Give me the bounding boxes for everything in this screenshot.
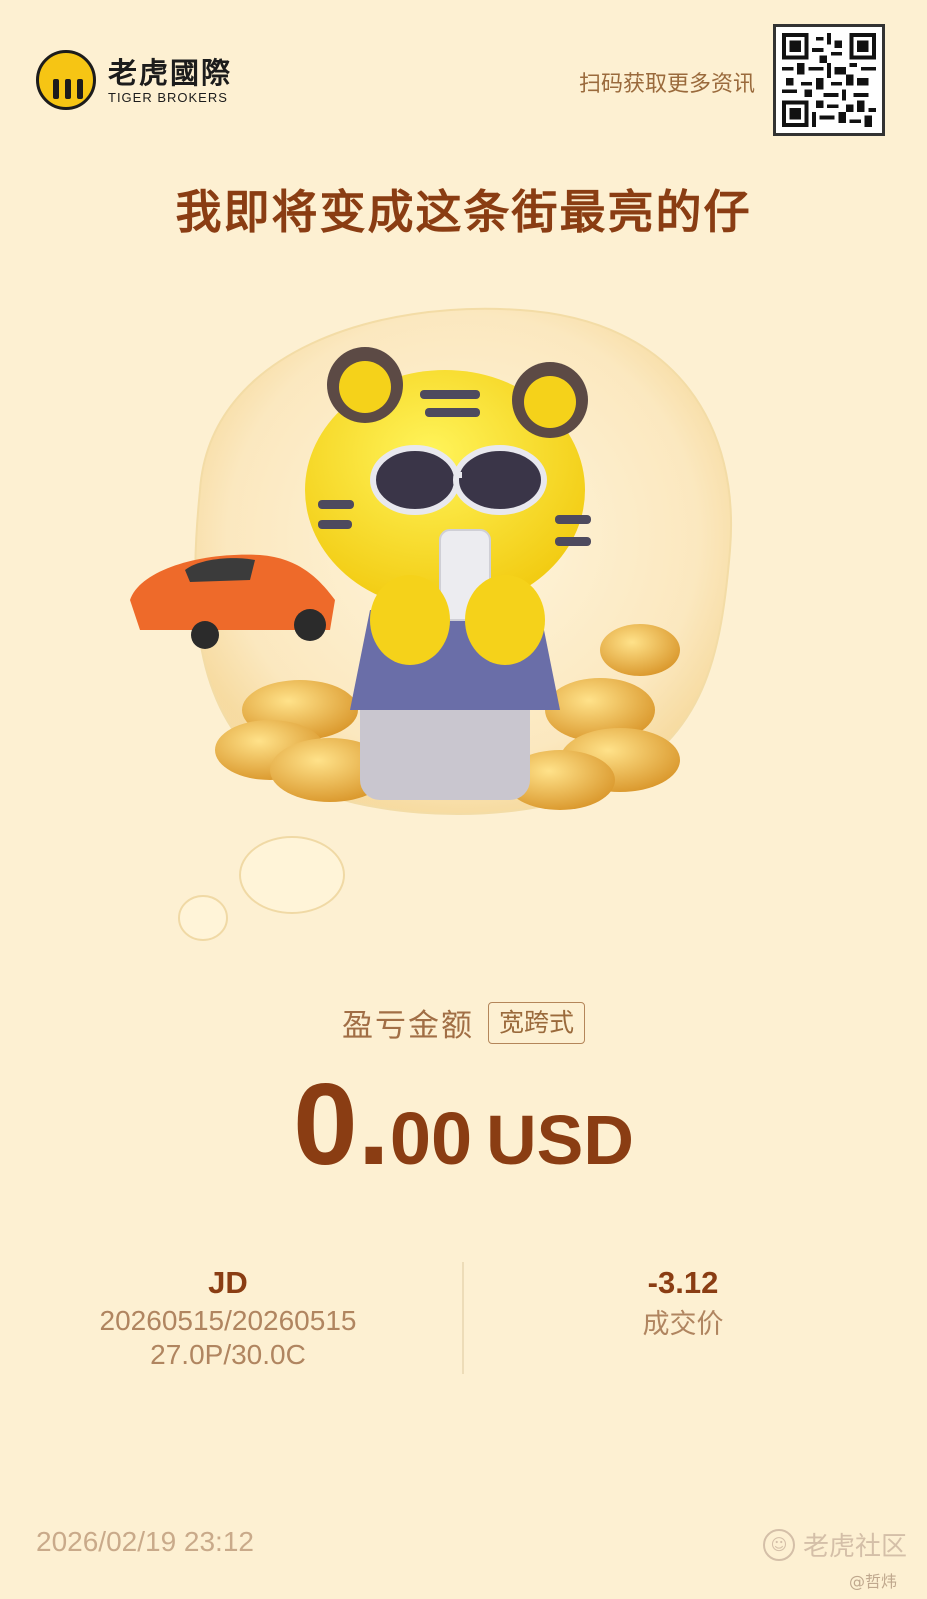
- column-divider: [462, 1262, 464, 1374]
- author-handle: @哲炜: [848, 1572, 897, 1591]
- pnl-amount-dot: .: [357, 1059, 390, 1189]
- thought-bubble-tiny: [178, 895, 228, 941]
- thought-bubble-small: [239, 836, 345, 914]
- pnl-label: 盈亏金额: [341, 1008, 474, 1044]
- expiry-dates: 20260515/20260515: [99, 1305, 357, 1336]
- share-card-header: 老虎國際 TIGER BROKERS 扫码获取更多资讯: [0, 0, 927, 150]
- pnl-amount: 0.00 USD: [0, 1057, 927, 1191]
- qr-prompt: 扫码获取更多资讯: [578, 72, 755, 97]
- symbol: JD: [208, 1265, 248, 1300]
- community-watermark-icon: ☺: [762, 1528, 795, 1561]
- trade-price: -3.12: [647, 1265, 719, 1300]
- trade-price-info: -3.12 成交价: [473, 1262, 893, 1342]
- brand-name-en: TIGER BROKERS: [108, 89, 228, 105]
- tiger-logo-icon: [36, 50, 96, 110]
- community-watermark: ☺ 老虎社区: [762, 1526, 907, 1563]
- brand-name-cn: 老虎國際: [108, 55, 233, 90]
- trade-price-label: 成交价: [642, 1309, 724, 1340]
- brand-logo: 老虎國際 TIGER BROKERS: [36, 50, 232, 110]
- strategy-tag: 宽跨式: [487, 1001, 585, 1044]
- qr-code-icon[interactable]: [773, 24, 885, 136]
- pnl-amount-integer: 0: [293, 1059, 358, 1189]
- headline: 我即将变成这条街最亮的仔: [175, 185, 752, 239]
- pnl-currency: USD: [486, 1101, 634, 1179]
- strike-prices: 27.0P/30.0C: [150, 1339, 306, 1370]
- position-info: JD 20260515/20260515 27.0P/30.0C: [18, 1262, 438, 1372]
- hero-illustration: [0, 290, 927, 970]
- trade-details: JD 20260515/20260515 27.0P/30.0C -3.12 成…: [0, 1262, 927, 1382]
- pnl-amount-decimal: 00: [389, 1097, 473, 1180]
- share-datetime: 2026/02/19 23:12: [36, 1526, 254, 1557]
- pnl-section: 盈亏金额 宽跨式 0.00 USD: [0, 1000, 927, 1191]
- watermark-text: 老虎社区: [802, 1532, 907, 1562]
